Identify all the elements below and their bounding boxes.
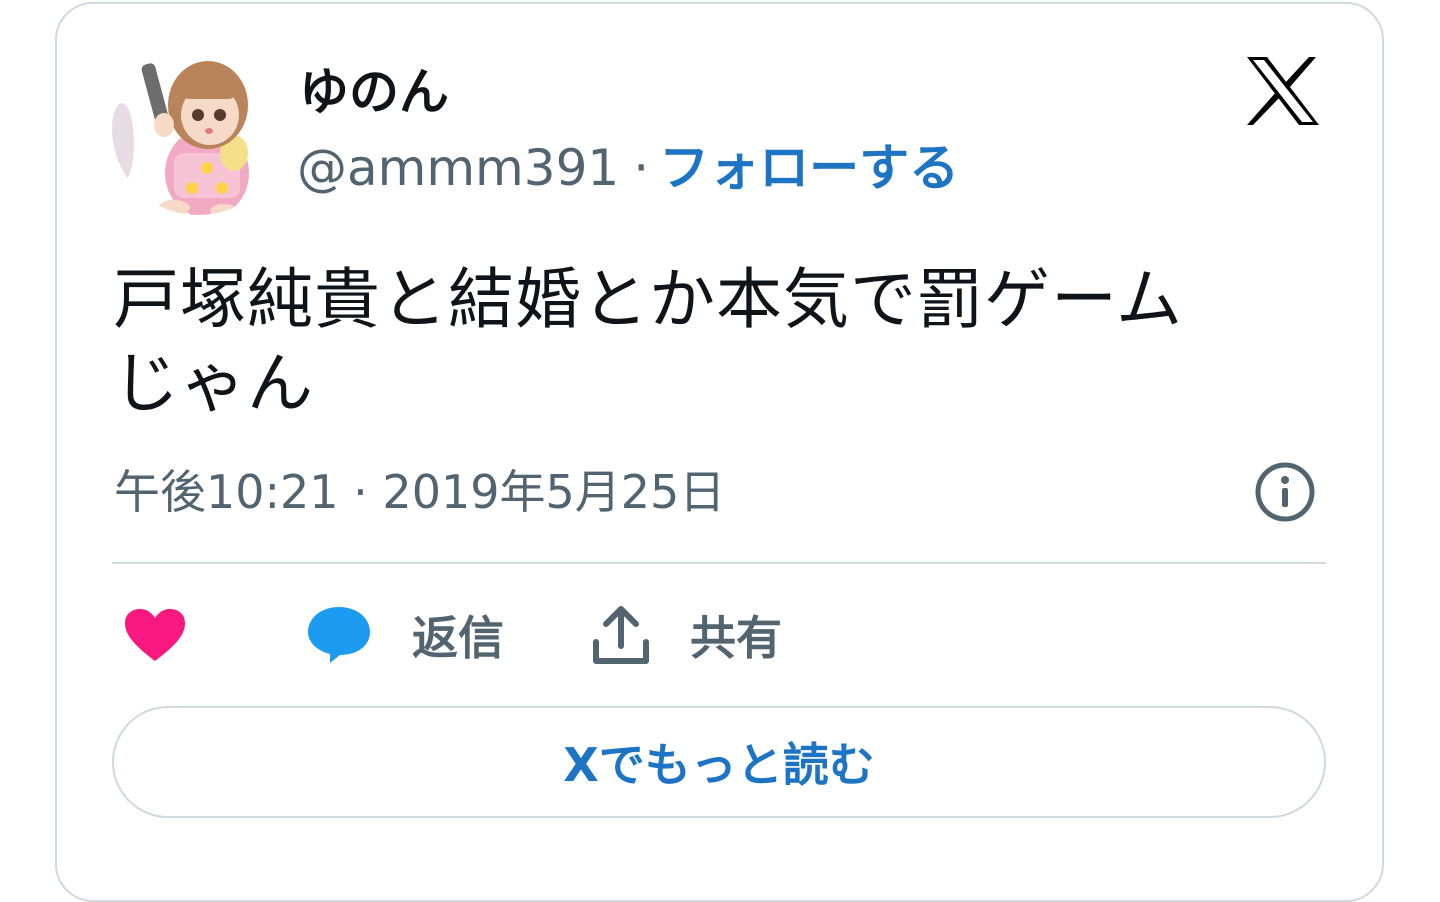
display-name[interactable]: ゆのん [299, 62, 449, 122]
follow-link[interactable]: フォローする [659, 139, 959, 197]
info-icon[interactable] [1254, 461, 1316, 523]
handle-row: @ammm391 · フォローする [297, 138, 959, 198]
read-more-button[interactable]: Xでもっと読む [112, 706, 1326, 818]
tweet-text: 戸塚純貴と結婚とか本気で罰ゲーム じゃん [113, 258, 1313, 426]
x-logo-icon[interactable] [1245, 55, 1321, 127]
share-label: 共有 [690, 611, 782, 665]
user-handle[interactable]: @ammm391 [297, 139, 619, 197]
avatar[interactable] [112, 43, 284, 215]
heart-icon [125, 609, 185, 661]
tweet-text-line-2: じゃん [113, 345, 314, 422]
reply-bubble-icon [308, 607, 370, 663]
like-button[interactable] [123, 600, 187, 670]
separator-dot: · [633, 139, 650, 197]
share-button[interactable]: 共有 [592, 600, 782, 670]
reply-label: 返信 [412, 611, 504, 665]
tweet-text-line-1: 戸塚純貴と結婚とか本気で罰ゲーム [113, 261, 1184, 338]
share-upload-icon [593, 606, 649, 664]
divider [112, 562, 1326, 564]
avatar-doll-image [112, 43, 284, 215]
reply-button[interactable]: 返信 [306, 600, 504, 670]
tweet-timestamp[interactable]: 午後10:21 · 2019年5月25日 [114, 462, 725, 522]
